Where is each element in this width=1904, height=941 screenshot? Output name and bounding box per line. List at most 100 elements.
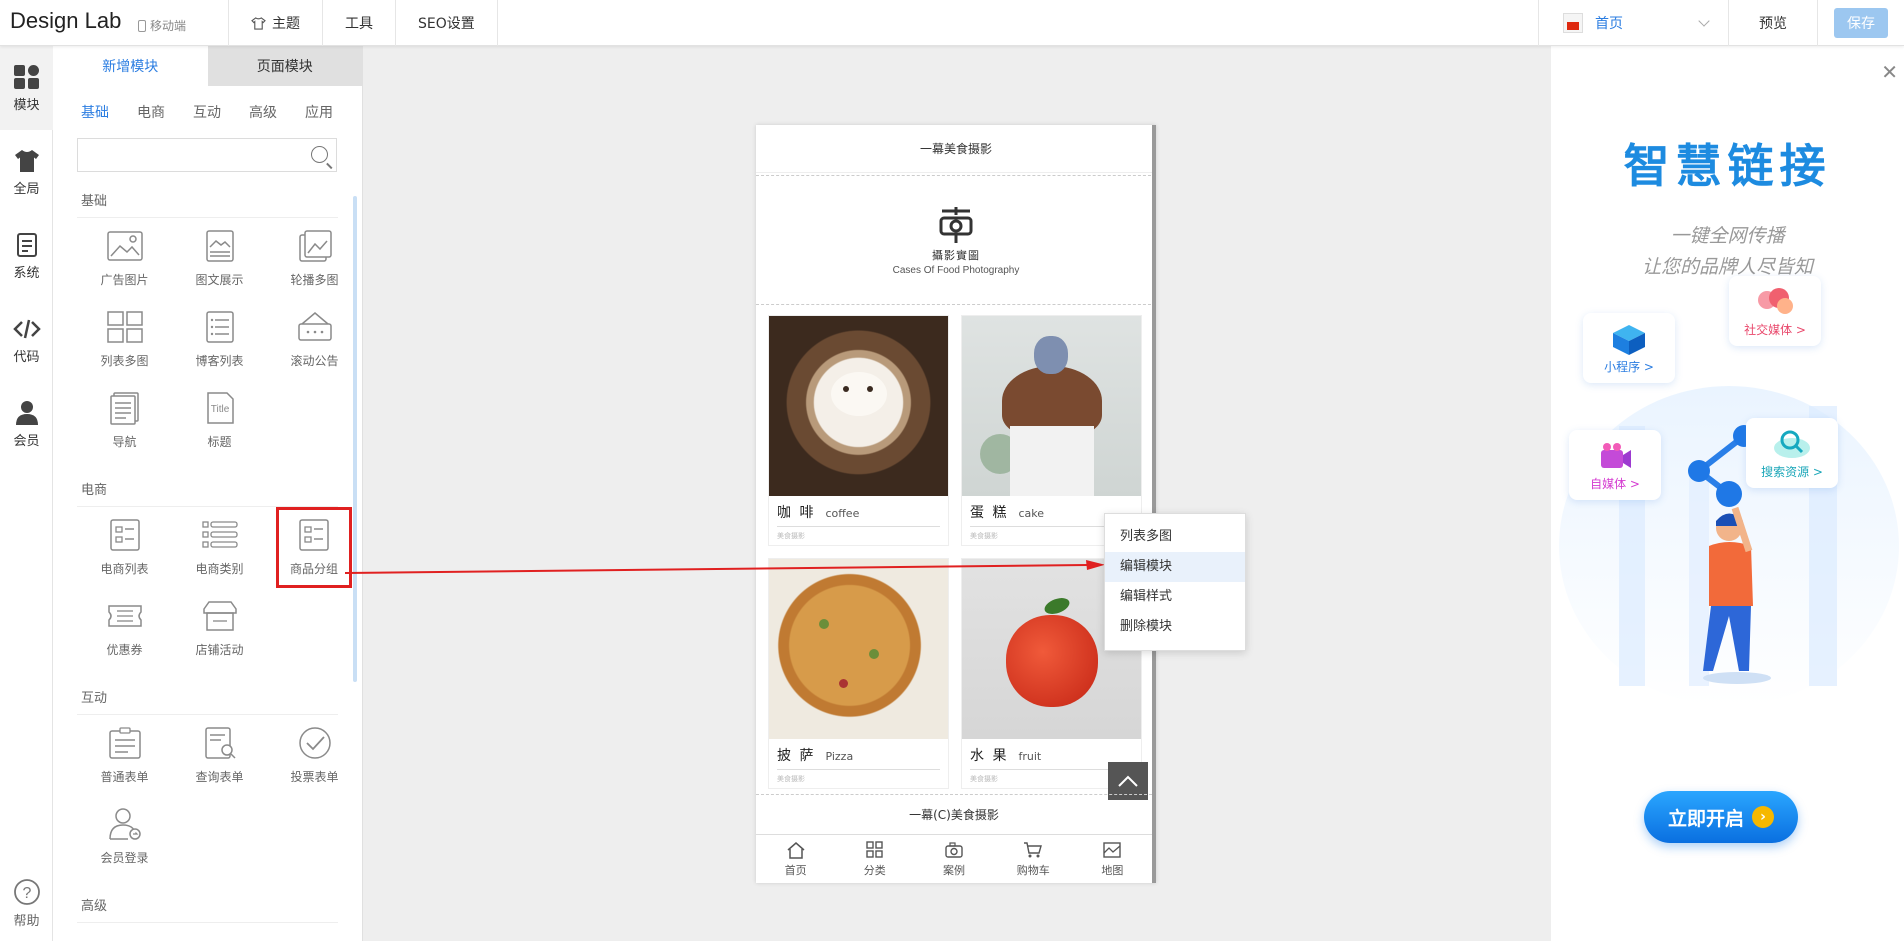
code-icon <box>12 319 41 338</box>
bear-eye <box>843 386 849 392</box>
phone-nav-cases[interactable]: 案例 <box>914 835 993 883</box>
card-title-cn: 水 果 <box>970 748 1009 764</box>
card-title-cn: 咖 啡 <box>777 505 816 521</box>
video-camera-icon <box>1601 443 1631 468</box>
product-card[interactable]: 蛋 糕 cake 美食摄影 <box>961 315 1142 546</box>
module-vote-form[interactable]: 投票表单 <box>267 715 362 796</box>
rail-label: 代码 <box>13 349 40 365</box>
promo-tag-search[interactable]: 搜索资源 > <box>1746 418 1838 488</box>
shirt-icon <box>251 16 266 30</box>
module-image-text[interactable]: 图文展示 <box>172 218 267 299</box>
module-search-input[interactable] <box>77 138 337 172</box>
card-title-en: Pizza <box>825 750 854 763</box>
navigation-icon <box>109 392 139 425</box>
module-label: 商品分组 <box>289 562 338 576</box>
phone-nav-label: 购物车 <box>1016 863 1050 877</box>
phone-nav-cart[interactable]: 购物车 <box>994 835 1073 883</box>
module-grid-basic: 广告图片 图文展示 轮播多图 列表多图 博客列表 滚动公告 导航 Title 标 <box>77 218 362 461</box>
tab-page-module[interactable]: 页面模块 <box>207 46 362 86</box>
promo-tag-selfmedia[interactable]: 自媒体 > <box>1569 430 1661 500</box>
card-meta: 咖 啡 coffee 美食摄影 <box>769 496 948 545</box>
category-apps[interactable]: 应用 <box>305 102 333 122</box>
module-blog-list[interactable]: 博客列表 <box>172 299 267 380</box>
phone-nav-label: 地图 <box>1101 863 1124 877</box>
menu-edit-style[interactable]: 编辑样式 <box>1105 582 1245 612</box>
phone-nav-home[interactable]: 首页 <box>756 835 835 883</box>
rail-item-code[interactable]: 代码 <box>0 298 53 382</box>
promo-tag-label: 自媒体 > <box>1590 477 1640 491</box>
module-shop-event[interactable]: 店铺活动 <box>172 588 267 669</box>
module-ad-image[interactable]: 广告图片 <box>77 218 172 299</box>
category-basic[interactable]: 基础 <box>81 102 109 122</box>
menu-delete-module[interactable]: 删除模块 <box>1105 612 1245 642</box>
module-ecommerce-category[interactable]: 电商类别 <box>172 507 267 588</box>
card-subtitle: 美食摄影 <box>777 775 805 783</box>
phone-nav-label: 分类 <box>863 863 886 877</box>
module-scroll-notice[interactable]: 滚动公告 <box>267 299 362 380</box>
rail-item-global[interactable]: 全局 <box>0 130 53 214</box>
product-list-icon <box>109 519 140 551</box>
rail-item-member[interactable]: 会员 <box>0 382 53 466</box>
preview-button[interactable]: 预览 <box>1728 0 1818 46</box>
search-cloud-icon <box>1774 430 1810 458</box>
page-select[interactable]: 首页 <box>1538 0 1728 46</box>
module-title[interactable]: Title 标题 <box>172 380 267 461</box>
product-card[interactable]: 披 萨 Pizza 美食摄影 <box>768 558 949 789</box>
context-menu-title: 列表多图 <box>1120 529 1173 544</box>
module-carousel[interactable]: 轮播多图 <box>267 218 362 299</box>
card-title-en: cake <box>1018 507 1044 520</box>
module-product-group[interactable]: 商品分组 <box>276 507 352 588</box>
phone-footer[interactable]: 一幕(C)美食摄影 <box>756 794 1152 834</box>
card-title-en: fruit <box>1018 750 1042 763</box>
phone-icon <box>138 19 146 32</box>
phone-header[interactable]: 一幕美食摄影 <box>756 125 1156 173</box>
card-subtitle: 美食摄影 <box>777 532 805 540</box>
logo-english-text: Cases Of Food Photography <box>892 264 1020 276</box>
promo-tag-miniprogram[interactable]: 小程序 > <box>1583 313 1675 383</box>
nav-theme[interactable]: 主题 <box>228 0 322 46</box>
panel-scrollbar[interactable] <box>353 196 357 682</box>
rail-help[interactable]: ? 帮助 <box>0 878 53 929</box>
brand-logo[interactable]: Design Lab <box>10 8 121 34</box>
coffee-photo <box>769 316 948 496</box>
category-interactive[interactable]: 互动 <box>193 102 221 122</box>
phone-logo-module[interactable]: 攝影實圖 Cases Of Food Photography <box>756 175 1156 305</box>
nav-seo[interactable]: SEO设置 <box>395 0 498 46</box>
module-label: 图文展示 <box>195 273 244 287</box>
module-coupon[interactable]: 优惠券 <box>77 588 172 669</box>
nav-tools[interactable]: 工具 <box>322 0 395 46</box>
rail-item-modules[interactable]: 模块 <box>0 46 53 130</box>
module-query-form[interactable]: 查询表单 <box>172 715 267 796</box>
title-icon: Title <box>206 392 234 424</box>
phone-nav-label: 首页 <box>784 863 807 877</box>
start-now-button[interactable]: 立即开启 › <box>1644 791 1798 843</box>
mobile-toggle[interactable]: 移动端 <box>138 17 186 34</box>
bear-eye <box>867 386 873 392</box>
nav-tools-label: 工具 <box>345 16 373 32</box>
phone-nav-category[interactable]: 分类 <box>835 835 914 883</box>
search-icon[interactable] <box>311 146 328 163</box>
menu-edit-module[interactable]: 编辑模块 <box>1105 552 1245 582</box>
phone-nav-map[interactable]: 地图 <box>1073 835 1152 883</box>
cupcake-cup <box>1010 426 1094 496</box>
module-navigation[interactable]: 导航 <box>77 380 172 461</box>
notice-icon <box>297 312 332 341</box>
module-list-images[interactable]: 列表多图 <box>77 299 172 380</box>
module-normal-form[interactable]: 普通表单 <box>77 715 172 796</box>
annotation-arrow <box>345 560 1105 574</box>
module-member-login[interactable]: 会员登录 <box>77 796 172 877</box>
promo-tag-label: 小程序 > <box>1604 360 1654 374</box>
mobile-label: 移动端 <box>150 19 187 33</box>
module-ecommerce-list[interactable]: 电商列表 <box>77 507 172 588</box>
save-button[interactable]: 保存 <box>1834 8 1888 38</box>
promo-subtitle: 让您的品牌人尽皆知 <box>1641 256 1813 278</box>
category-ecommerce[interactable]: 电商 <box>137 102 165 122</box>
product-card[interactable]: 咖 啡 coffee 美食摄影 <box>768 315 949 546</box>
rail-item-system[interactable]: 系统 <box>0 214 53 298</box>
promo-tag-social[interactable]: 社交媒体 > <box>1729 276 1821 346</box>
module-panel: 新增模块 页面模块 基础 电商 互动 高级 应用 基础 广告图片 图文展示 轮播… <box>53 46 363 941</box>
rail-label: 系统 <box>13 265 40 281</box>
category-advanced[interactable]: 高级 <box>249 102 277 122</box>
close-icon[interactable]: ✕ <box>1881 60 1898 84</box>
tab-add-module[interactable]: 新增模块 <box>53 46 208 86</box>
